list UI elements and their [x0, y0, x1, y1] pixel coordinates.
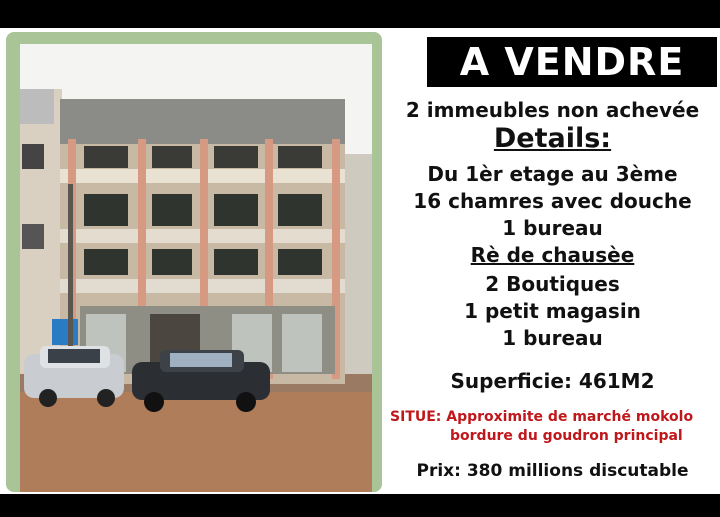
- shops-text: 2 Boutiques: [485, 272, 620, 296]
- floors-text: Du 1èr etage au 3ème: [427, 162, 678, 186]
- office-ground-text: 1 bureau: [502, 326, 603, 350]
- building-photo-illustration: [20, 44, 372, 492]
- subtitle: 2 immeubles non achevée: [405, 98, 700, 122]
- store-text: 1 petit magasin: [464, 299, 641, 323]
- details-heading: Details:: [493, 123, 612, 154]
- location-label: SITUE:: [390, 409, 442, 425]
- office-upper-text: 1 bureau: [502, 216, 603, 240]
- listing-card: A VENDRE 2 immeubles non achevée Details…: [0, 28, 720, 494]
- area-text: Superficie: 461M2: [450, 369, 655, 393]
- for-sale-title: A VENDRE: [427, 37, 717, 87]
- rooms-text: 16 chamres avec douche: [413, 189, 692, 213]
- location-line1: Approximite de marché mokolo: [446, 409, 694, 425]
- ground-floor-heading: Rè de chausèe: [470, 243, 635, 267]
- location-line2: bordure du goudron principal: [450, 428, 683, 444]
- building-photo: [20, 44, 372, 492]
- price-text: Prix: 380 millions discutable: [416, 461, 689, 481]
- location-row: SITUE: Approximite de marché mokolo: [390, 409, 693, 425]
- photo-frame: [6, 32, 382, 492]
